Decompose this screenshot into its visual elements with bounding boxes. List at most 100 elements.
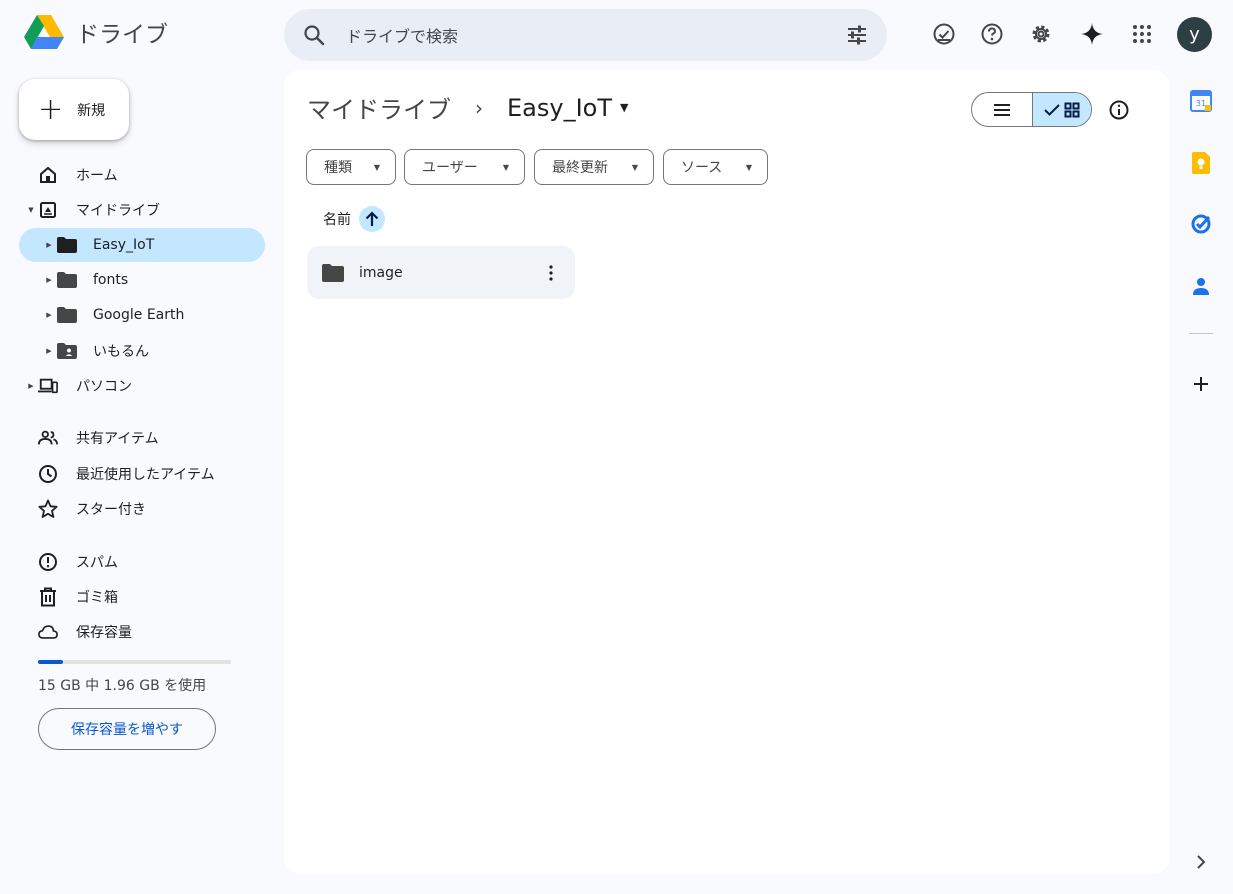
plus-icon: + bbox=[38, 91, 64, 127]
sidebar-item-label: 最近使用したアイテム bbox=[76, 467, 215, 483]
sidebar-item-shared[interactable]: 共有アイテム bbox=[19, 421, 265, 455]
caret-right-icon[interactable]: ▶ bbox=[45, 347, 53, 355]
sidebar-item-label: スター付き bbox=[76, 502, 146, 518]
sidebar-folder-google-earth[interactable]: ▶ Google Earth bbox=[19, 298, 265, 332]
star-icon bbox=[38, 499, 58, 519]
list-view-button[interactable] bbox=[972, 93, 1032, 126]
sort-by-name-label[interactable]: 名前 bbox=[323, 209, 351, 229]
caret-down-icon: ▼ bbox=[373, 162, 380, 172]
chip-label: 最終更新 bbox=[552, 160, 608, 176]
new-button-label: 新規 bbox=[77, 102, 106, 119]
folder-icon bbox=[57, 270, 77, 290]
breadcrumb: マイドライブ › Easy_IoT ▼ bbox=[307, 90, 628, 125]
search-options-icon[interactable] bbox=[845, 23, 869, 47]
sidebar-item-label: fonts bbox=[93, 272, 129, 288]
breadcrumb-current-folder[interactable]: Easy_IoT ▼ bbox=[507, 94, 628, 122]
sidebar-item-label: マイドライブ bbox=[76, 203, 160, 219]
sidebar-item-label: Google Earth bbox=[93, 307, 185, 323]
filter-type-chip[interactable]: 種類 ▼ bbox=[306, 149, 396, 185]
calendar-icon[interactable]: 31 bbox=[1189, 89, 1213, 113]
shared-folder-icon bbox=[57, 341, 77, 361]
my-drive-icon bbox=[38, 200, 58, 220]
new-button[interactable]: + 新規 bbox=[19, 79, 129, 140]
sidebar-item-label: Easy_IoT bbox=[93, 237, 155, 253]
sidebar-item-label: パソコン bbox=[76, 379, 132, 395]
sort-direction-button[interactable] bbox=[359, 206, 385, 232]
caret-right-icon[interactable]: ▶ bbox=[27, 382, 35, 390]
grid-view-button[interactable] bbox=[1031, 93, 1091, 126]
sidebar-folder-fonts[interactable]: ▶ fonts bbox=[19, 263, 265, 297]
caret-right-icon[interactable]: ▶ bbox=[45, 311, 53, 319]
sidebar-item-trash[interactable]: ゴミ箱 bbox=[19, 580, 265, 614]
folder-icon bbox=[57, 305, 77, 325]
help-icon[interactable] bbox=[978, 20, 1006, 48]
caret-down-icon[interactable]: ▼ bbox=[27, 206, 35, 214]
sidebar-item-label: ゴミ箱 bbox=[76, 590, 118, 606]
filter-source-chip[interactable]: ソース ▼ bbox=[663, 149, 768, 185]
get-more-storage-button[interactable]: 保存容量を増やす bbox=[38, 708, 216, 750]
sidebar-folder-imorun[interactable]: ▶ いもるん bbox=[19, 334, 265, 368]
home-icon bbox=[38, 165, 58, 185]
cloud-icon bbox=[38, 622, 58, 642]
tasks-icon[interactable] bbox=[1189, 212, 1213, 236]
sidebar-folder-easy-iot[interactable]: ▶ Easy_IoT bbox=[19, 228, 265, 262]
folder-name: image bbox=[359, 264, 403, 281]
sidebar-item-label: スパム bbox=[76, 555, 118, 571]
people-icon bbox=[38, 428, 58, 448]
chevron-right-icon[interactable] bbox=[1189, 850, 1213, 874]
sidebar-item-storage[interactable]: 保存容量 bbox=[19, 615, 265, 649]
sidebar-item-label: ホーム bbox=[76, 168, 118, 184]
search-icon[interactable] bbox=[302, 23, 326, 47]
breadcrumb-current-label: Easy_IoT bbox=[507, 93, 612, 122]
caret-right-icon[interactable]: ▶ bbox=[45, 276, 53, 284]
folder-icon bbox=[57, 235, 77, 255]
drive-logo[interactable]: ドライブ bbox=[24, 14, 168, 50]
main-content-panel bbox=[284, 70, 1169, 874]
contacts-icon[interactable] bbox=[1189, 274, 1213, 298]
rail-divider bbox=[1189, 333, 1213, 334]
sidebar-item-computers[interactable]: ▶ パソコン bbox=[19, 369, 265, 403]
grid-icon bbox=[1064, 102, 1080, 117]
sidebar-item-home[interactable]: ホーム bbox=[19, 158, 265, 192]
account-avatar[interactable]: y bbox=[1177, 17, 1212, 52]
sidebar-item-my-drive[interactable]: ▼ マイドライブ bbox=[19, 193, 265, 227]
settings-icon[interactable] bbox=[1027, 20, 1055, 48]
apps-icon[interactable] bbox=[1128, 20, 1156, 48]
search-input[interactable]: ドライブで検索 bbox=[346, 23, 845, 47]
caret-down-icon: ▼ bbox=[745, 162, 752, 172]
check-icon bbox=[1044, 103, 1060, 116]
add-addon-icon[interactable] bbox=[1189, 372, 1213, 396]
chip-label: ユーザー bbox=[422, 160, 478, 176]
sidebar-item-starred[interactable]: スター付き bbox=[19, 492, 265, 526]
chevron-right-icon: › bbox=[475, 95, 483, 120]
computer-icon bbox=[38, 376, 58, 396]
breadcrumb-root[interactable]: マイドライブ bbox=[307, 90, 451, 125]
sidebar-item-label: いもるん bbox=[93, 344, 149, 360]
offline-status-icon[interactable] bbox=[930, 20, 958, 48]
sidebar-item-recent[interactable]: 最近使用したアイテム bbox=[19, 457, 265, 491]
sidebar-item-spam[interactable]: スパム bbox=[19, 545, 265, 579]
search-bar[interactable]: ドライブで検索 bbox=[284, 9, 887, 61]
info-icon[interactable] bbox=[1107, 98, 1131, 122]
spam-icon bbox=[38, 552, 58, 572]
view-toggle bbox=[971, 92, 1092, 127]
filter-user-chip[interactable]: ユーザー ▼ bbox=[404, 149, 525, 185]
folder-icon bbox=[322, 263, 344, 282]
sidebar-item-label: 共有アイテム bbox=[76, 431, 159, 447]
caret-right-icon[interactable]: ▶ bbox=[45, 241, 53, 249]
chip-label: ソース bbox=[681, 160, 723, 176]
folder-card[interactable]: image bbox=[307, 246, 575, 299]
storage-usage-fill bbox=[38, 660, 64, 664]
gemini-icon[interactable] bbox=[1078, 20, 1106, 48]
arrow-up-icon bbox=[365, 211, 379, 226]
filter-modified-chip[interactable]: 最終更新 ▼ bbox=[534, 149, 654, 185]
more-options-icon[interactable] bbox=[541, 261, 561, 285]
drive-logo-icon bbox=[24, 15, 64, 49]
keep-icon[interactable] bbox=[1189, 151, 1213, 175]
caret-down-icon: ▼ bbox=[631, 162, 638, 172]
clock-icon bbox=[38, 464, 58, 484]
svg-text:31: 31 bbox=[1196, 99, 1206, 108]
caret-down-icon: ▼ bbox=[502, 162, 509, 172]
app-name: ドライブ bbox=[76, 22, 168, 48]
chip-label: 種類 bbox=[324, 160, 352, 176]
